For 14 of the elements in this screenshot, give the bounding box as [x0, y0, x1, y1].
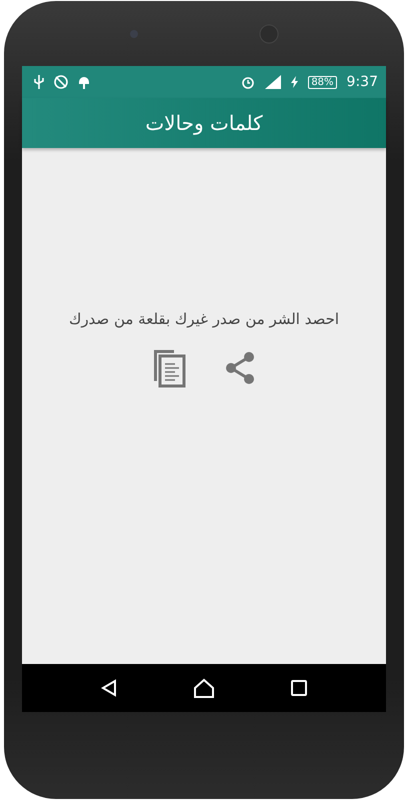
- share-icon[interactable]: [224, 351, 256, 385]
- app-title: كلمات وحالات: [145, 111, 263, 135]
- usb-icon: [34, 75, 44, 89]
- home-icon[interactable]: [192, 678, 215, 698]
- battery-level: 88%: [308, 76, 337, 88]
- back-icon[interactable]: [100, 679, 118, 697]
- signal-icon: [265, 75, 282, 89]
- clock: 9:37: [346, 74, 378, 90]
- copy-icon[interactable]: [152, 348, 186, 388]
- charging-icon: [291, 76, 298, 88]
- alarm-icon: [241, 75, 256, 89]
- speaker-icon: [259, 24, 279, 44]
- quote-text: احصد الشر من صدر غيرك بقلعة من صدرك: [68, 310, 340, 328]
- recents-icon[interactable]: [290, 679, 308, 697]
